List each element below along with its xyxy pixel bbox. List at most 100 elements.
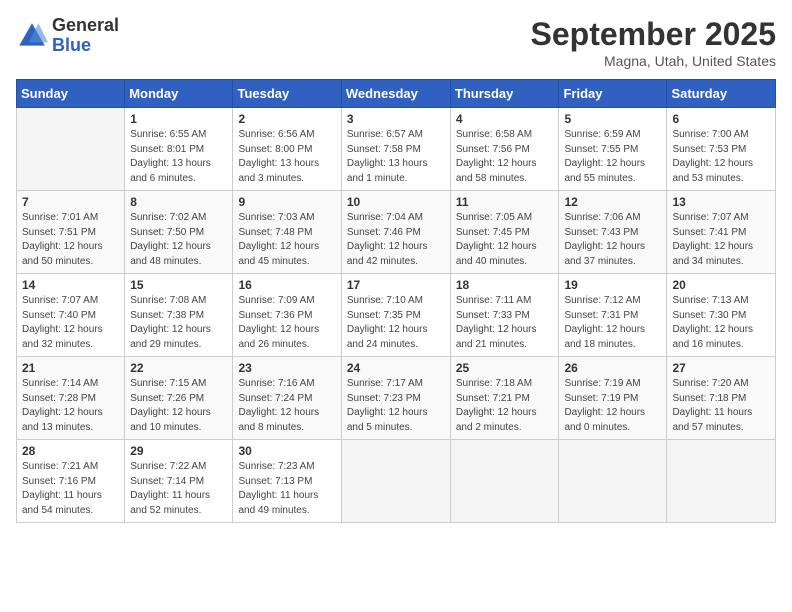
calendar-cell — [341, 440, 450, 523]
day-content: Sunrise: 7:14 AM Sunset: 7:28 PM Dayligh… — [22, 377, 119, 435]
day-number: 5 — [564, 112, 661, 126]
logo: General Blue — [16, 16, 119, 56]
calendar-cell: 4Sunrise: 6:58 AM Sunset: 7:56 PM Daylig… — [450, 108, 559, 191]
calendar-cell: 3 Sunrise: 6:57 AM Sunset: 7:58 PM Daylig… — [341, 108, 450, 191]
day-content: Sunrise: 7:07 AM Sunset: 7:41 PM Dayligh… — [672, 211, 770, 269]
day-content: Sunrise: 7:18 AM Sunset: 7:21 PM Dayligh… — [456, 377, 554, 435]
day-content: Sunrise: 6:58 AM Sunset: 7:56 PM Dayligh… — [456, 128, 554, 186]
title-block: September 2025 Magna, Utah, United State… — [531, 16, 776, 69]
day-number: 12 — [564, 195, 661, 209]
month-title: September 2025 — [531, 16, 776, 53]
day-content: Sunrise: 6:55 AM Sunset: 8:01 PM Dayligh… — [130, 128, 227, 186]
day-content: Sunrise: 7:03 AM Sunset: 7:48 PM Dayligh… — [238, 211, 335, 269]
day-number: 28 — [22, 444, 119, 458]
day-number: 6 — [672, 112, 770, 126]
calendar-cell: 11Sunrise: 7:05 AM Sunset: 7:45 PM Dayli… — [450, 191, 559, 274]
calendar-cell: 26 Sunrise: 7:19 AM Sunset: 7:19 PM Dayli… — [559, 357, 667, 440]
day-number: 23 — [238, 361, 335, 375]
day-content: Sunrise: 7:06 AM Sunset: 7:43 PM Dayligh… — [564, 211, 661, 269]
calendar-cell: 28 Sunrise: 7:21 AM Sunset: 7:16 PM Dayli… — [17, 440, 125, 523]
day-number: 13 — [672, 195, 770, 209]
day-content: Sunrise: 7:15 AM Sunset: 7:26 PM Dayligh… — [130, 377, 227, 435]
day-content: Sunrise: 6:57 AM Sunset: 7:58 PM Dayligh… — [347, 128, 445, 186]
week-row-5: 28 Sunrise: 7:21 AM Sunset: 7:16 PM Dayli… — [17, 440, 776, 523]
calendar-cell: 14 Sunrise: 7:07 AM Sunset: 7:40 PM Dayli… — [17, 274, 125, 357]
calendar-cell: 16 Sunrise: 7:09 AM Sunset: 7:36 PM Dayli… — [233, 274, 341, 357]
day-number: 14 — [22, 278, 119, 292]
calendar-cell: 19 Sunrise: 7:12 AM Sunset: 7:31 PM Dayli… — [559, 274, 667, 357]
calendar-cell — [450, 440, 559, 523]
calendar-cell — [17, 108, 125, 191]
calendar-cell: 5 Sunrise: 6:59 AM Sunset: 7:55 PM Daylig… — [559, 108, 667, 191]
day-content: Sunrise: 7:01 AM Sunset: 7:51 PM Dayligh… — [22, 211, 119, 269]
calendar-cell: 21 Sunrise: 7:14 AM Sunset: 7:28 PM Dayli… — [17, 357, 125, 440]
day-number: 30 — [238, 444, 335, 458]
calendar-cell: 12 Sunrise: 7:06 AM Sunset: 7:43 PM Dayli… — [559, 191, 667, 274]
calendar-cell: 7 Sunrise: 7:01 AM Sunset: 7:51 PM Daylig… — [17, 191, 125, 274]
day-number: 20 — [672, 278, 770, 292]
day-number: 8 — [130, 195, 227, 209]
day-content: Sunrise: 7:09 AM Sunset: 7:36 PM Dayligh… — [238, 294, 335, 352]
calendar-table: SundayMondayTuesdayWednesdayThursdayFrid… — [16, 79, 776, 523]
calendar-cell: 22Sunrise: 7:15 AM Sunset: 7:26 PM Dayli… — [125, 357, 233, 440]
day-number: 15 — [130, 278, 227, 292]
calendar-cell: 13 Sunrise: 7:07 AM Sunset: 7:41 PM Dayli… — [667, 191, 776, 274]
day-number: 29 — [130, 444, 227, 458]
day-content: Sunrise: 7:17 AM Sunset: 7:23 PM Dayligh… — [347, 377, 445, 435]
calendar-cell: 29 Sunrise: 7:22 AM Sunset: 7:14 PM Dayli… — [125, 440, 233, 523]
day-number: 24 — [347, 361, 445, 375]
day-content: Sunrise: 7:04 AM Sunset: 7:46 PM Dayligh… — [347, 211, 445, 269]
logo-general-text: General — [52, 16, 119, 36]
day-content: Sunrise: 7:10 AM Sunset: 7:35 PM Dayligh… — [347, 294, 445, 352]
day-number: 3 — [347, 112, 445, 126]
weekday-header-tuesday: Tuesday — [233, 80, 341, 108]
weekday-header-friday: Friday — [559, 80, 667, 108]
day-number: 21 — [22, 361, 119, 375]
day-content: Sunrise: 7:13 AM Sunset: 7:30 PM Dayligh… — [672, 294, 770, 352]
day-number: 19 — [564, 278, 661, 292]
day-content: Sunrise: 6:56 AM Sunset: 8:00 PM Dayligh… — [238, 128, 335, 186]
calendar-cell: 6Sunrise: 7:00 AM Sunset: 7:53 PM Daylig… — [667, 108, 776, 191]
day-number: 1 — [130, 112, 227, 126]
day-content: Sunrise: 7:19 AM Sunset: 7:19 PM Dayligh… — [564, 377, 661, 435]
day-number: 2 — [238, 112, 335, 126]
day-content: Sunrise: 7:08 AM Sunset: 7:38 PM Dayligh… — [130, 294, 227, 352]
day-content: Sunrise: 7:21 AM Sunset: 7:16 PM Dayligh… — [22, 460, 119, 518]
week-row-3: 14 Sunrise: 7:07 AM Sunset: 7:40 PM Dayli… — [17, 274, 776, 357]
calendar-cell: 15 Sunrise: 7:08 AM Sunset: 7:38 PM Dayli… — [125, 274, 233, 357]
day-number: 10 — [347, 195, 445, 209]
day-content: Sunrise: 7:02 AM Sunset: 7:50 PM Dayligh… — [130, 211, 227, 269]
day-number: 26 — [564, 361, 661, 375]
calendar-cell: 23 Sunrise: 7:16 AM Sunset: 7:24 PM Dayli… — [233, 357, 341, 440]
day-content: Sunrise: 7:16 AM Sunset: 7:24 PM Dayligh… — [238, 377, 335, 435]
calendar-cell — [559, 440, 667, 523]
day-content: Sunrise: 6:59 AM Sunset: 7:55 PM Dayligh… — [564, 128, 661, 186]
calendar-cell — [667, 440, 776, 523]
location-text: Magna, Utah, United States — [531, 53, 776, 69]
day-content: Sunrise: 7:11 AM Sunset: 7:33 PM Dayligh… — [456, 294, 554, 352]
day-content: Sunrise: 7:12 AM Sunset: 7:31 PM Dayligh… — [564, 294, 661, 352]
day-number: 9 — [238, 195, 335, 209]
calendar-cell: 17 Sunrise: 7:10 AM Sunset: 7:35 PM Dayli… — [341, 274, 450, 357]
day-content: Sunrise: 7:07 AM Sunset: 7:40 PM Dayligh… — [22, 294, 119, 352]
calendar-cell: 18Sunrise: 7:11 AM Sunset: 7:33 PM Dayli… — [450, 274, 559, 357]
calendar-cell: 30 Sunrise: 7:23 AM Sunset: 7:13 PM Dayli… — [233, 440, 341, 523]
day-number: 7 — [22, 195, 119, 209]
week-row-2: 7 Sunrise: 7:01 AM Sunset: 7:51 PM Daylig… — [17, 191, 776, 274]
day-content: Sunrise: 7:22 AM Sunset: 7:14 PM Dayligh… — [130, 460, 227, 518]
calendar-cell: 24 Sunrise: 7:17 AM Sunset: 7:23 PM Dayli… — [341, 357, 450, 440]
day-content: Sunrise: 7:23 AM Sunset: 7:13 PM Dayligh… — [238, 460, 335, 518]
calendar-cell: 25Sunrise: 7:18 AM Sunset: 7:21 PM Dayli… — [450, 357, 559, 440]
calendar-cell: 1 Sunrise: 6:55 AM Sunset: 8:01 PM Daylig… — [125, 108, 233, 191]
weekday-header-row: SundayMondayTuesdayWednesdayThursdayFrid… — [17, 80, 776, 108]
day-number: 17 — [347, 278, 445, 292]
day-number: 16 — [238, 278, 335, 292]
weekday-header-sunday: Sunday — [17, 80, 125, 108]
week-row-1: 1 Sunrise: 6:55 AM Sunset: 8:01 PM Daylig… — [17, 108, 776, 191]
calendar-cell: 20 Sunrise: 7:13 AM Sunset: 7:30 PM Dayli… — [667, 274, 776, 357]
day-content: Sunrise: 7:20 AM Sunset: 7:18 PM Dayligh… — [672, 377, 770, 435]
calendar-cell: 8 Sunrise: 7:02 AM Sunset: 7:50 PM Daylig… — [125, 191, 233, 274]
calendar-cell: 2 Sunrise: 6:56 AM Sunset: 8:00 PM Daylig… — [233, 108, 341, 191]
calendar-cell: 9 Sunrise: 7:03 AM Sunset: 7:48 PM Daylig… — [233, 191, 341, 274]
logo-icon — [16, 20, 48, 52]
